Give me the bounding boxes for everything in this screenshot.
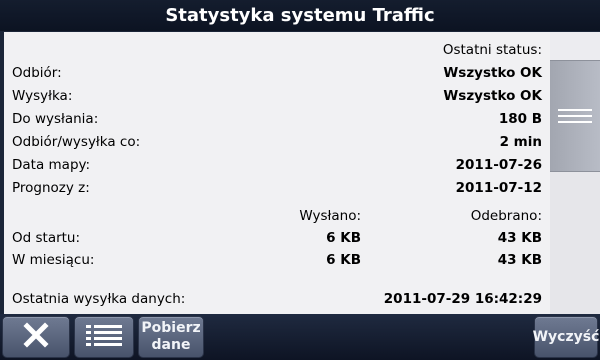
stat-value: 2011-07-26 — [455, 157, 542, 173]
last-upload-value: 2011-07-29 16:42:29 — [383, 291, 542, 307]
scroll-track-top[interactable] — [550, 32, 600, 60]
received-value: 43 KB — [497, 230, 542, 246]
transfer-row-month: W miesiącu: 6 KB 43 KB — [4, 252, 550, 274]
stat-label: Odbiór/wysyłka co: — [12, 134, 141, 150]
transfer-row-since-start: Od startu: 6 KB 43 KB — [4, 230, 550, 252]
close-button[interactable] — [2, 316, 70, 358]
vertical-scrollbar[interactable] — [550, 32, 600, 314]
status-header-row: Ostatni status: — [4, 42, 550, 64]
statistics-panel: Ostatni status: Odbiór: Wszystko OK Wysy… — [4, 32, 550, 314]
stat-label: Prognozy z: — [12, 180, 90, 196]
last-upload-label: Ostatnia wysyłka danych: — [12, 291, 186, 307]
stat-label: Wysyłka: — [12, 88, 73, 104]
stat-value: Wszystko OK — [443, 65, 542, 81]
transfer-header-row: Wysłano: Odebrano: — [4, 208, 550, 230]
scroll-thumb[interactable] — [550, 60, 600, 172]
transfer-label: W miesiącu: — [12, 252, 95, 268]
clear-label: Wyczyść — [532, 329, 600, 345]
transfer-label: Od startu: — [12, 230, 81, 246]
fetch-data-button[interactable]: Pobierz dane — [138, 316, 204, 358]
grip-line — [558, 115, 592, 117]
sent-value: 6 KB — [326, 230, 361, 246]
stat-row-forecast: Prognozy z: 2011-07-12 — [4, 180, 550, 202]
stat-row-pending: Do wysłania: 180 B — [4, 111, 550, 133]
stat-value: Wszystko OK — [443, 88, 542, 104]
window-title: Statystyka systemu Traffic — [0, 0, 600, 31]
stat-row-receive: Odbiór: Wszystko OK — [4, 65, 550, 87]
stat-label: Odbiór: — [12, 65, 62, 81]
fetch-label-line2: dane — [151, 337, 191, 353]
list-icon — [86, 323, 122, 351]
stat-row-send: Wysyłka: Wszystko OK — [4, 88, 550, 110]
sent-value: 6 KB — [326, 252, 361, 268]
stat-value: 2 min — [499, 134, 542, 150]
stat-label: Do wysłania: — [12, 111, 99, 127]
clear-button[interactable]: Wyczyść — [532, 316, 600, 358]
status-header: Ostatni status: — [442, 42, 542, 58]
fetch-label-line1: Pobierz — [141, 320, 201, 336]
grip-line — [558, 121, 592, 123]
list-button[interactable] — [74, 316, 134, 358]
stat-value: 180 B — [498, 111, 542, 127]
bottom-toolbar: Pobierz dane Wyczyść — [0, 314, 600, 360]
stat-label: Data mapy: — [12, 157, 91, 173]
sent-header: Wysłano: — [299, 208, 361, 224]
received-header: Odebrano: — [470, 208, 542, 224]
close-icon — [23, 322, 49, 352]
stat-row-map-date: Data mapy: 2011-07-26 — [4, 157, 550, 179]
received-value: 43 KB — [497, 252, 542, 268]
grip-line — [558, 109, 592, 111]
last-upload-row: Ostatnia wysyłka danych: 2011-07-29 16:4… — [4, 291, 550, 313]
stat-value: 2011-07-12 — [455, 180, 542, 196]
stat-row-interval: Odbiór/wysyłka co: 2 min — [4, 134, 550, 156]
